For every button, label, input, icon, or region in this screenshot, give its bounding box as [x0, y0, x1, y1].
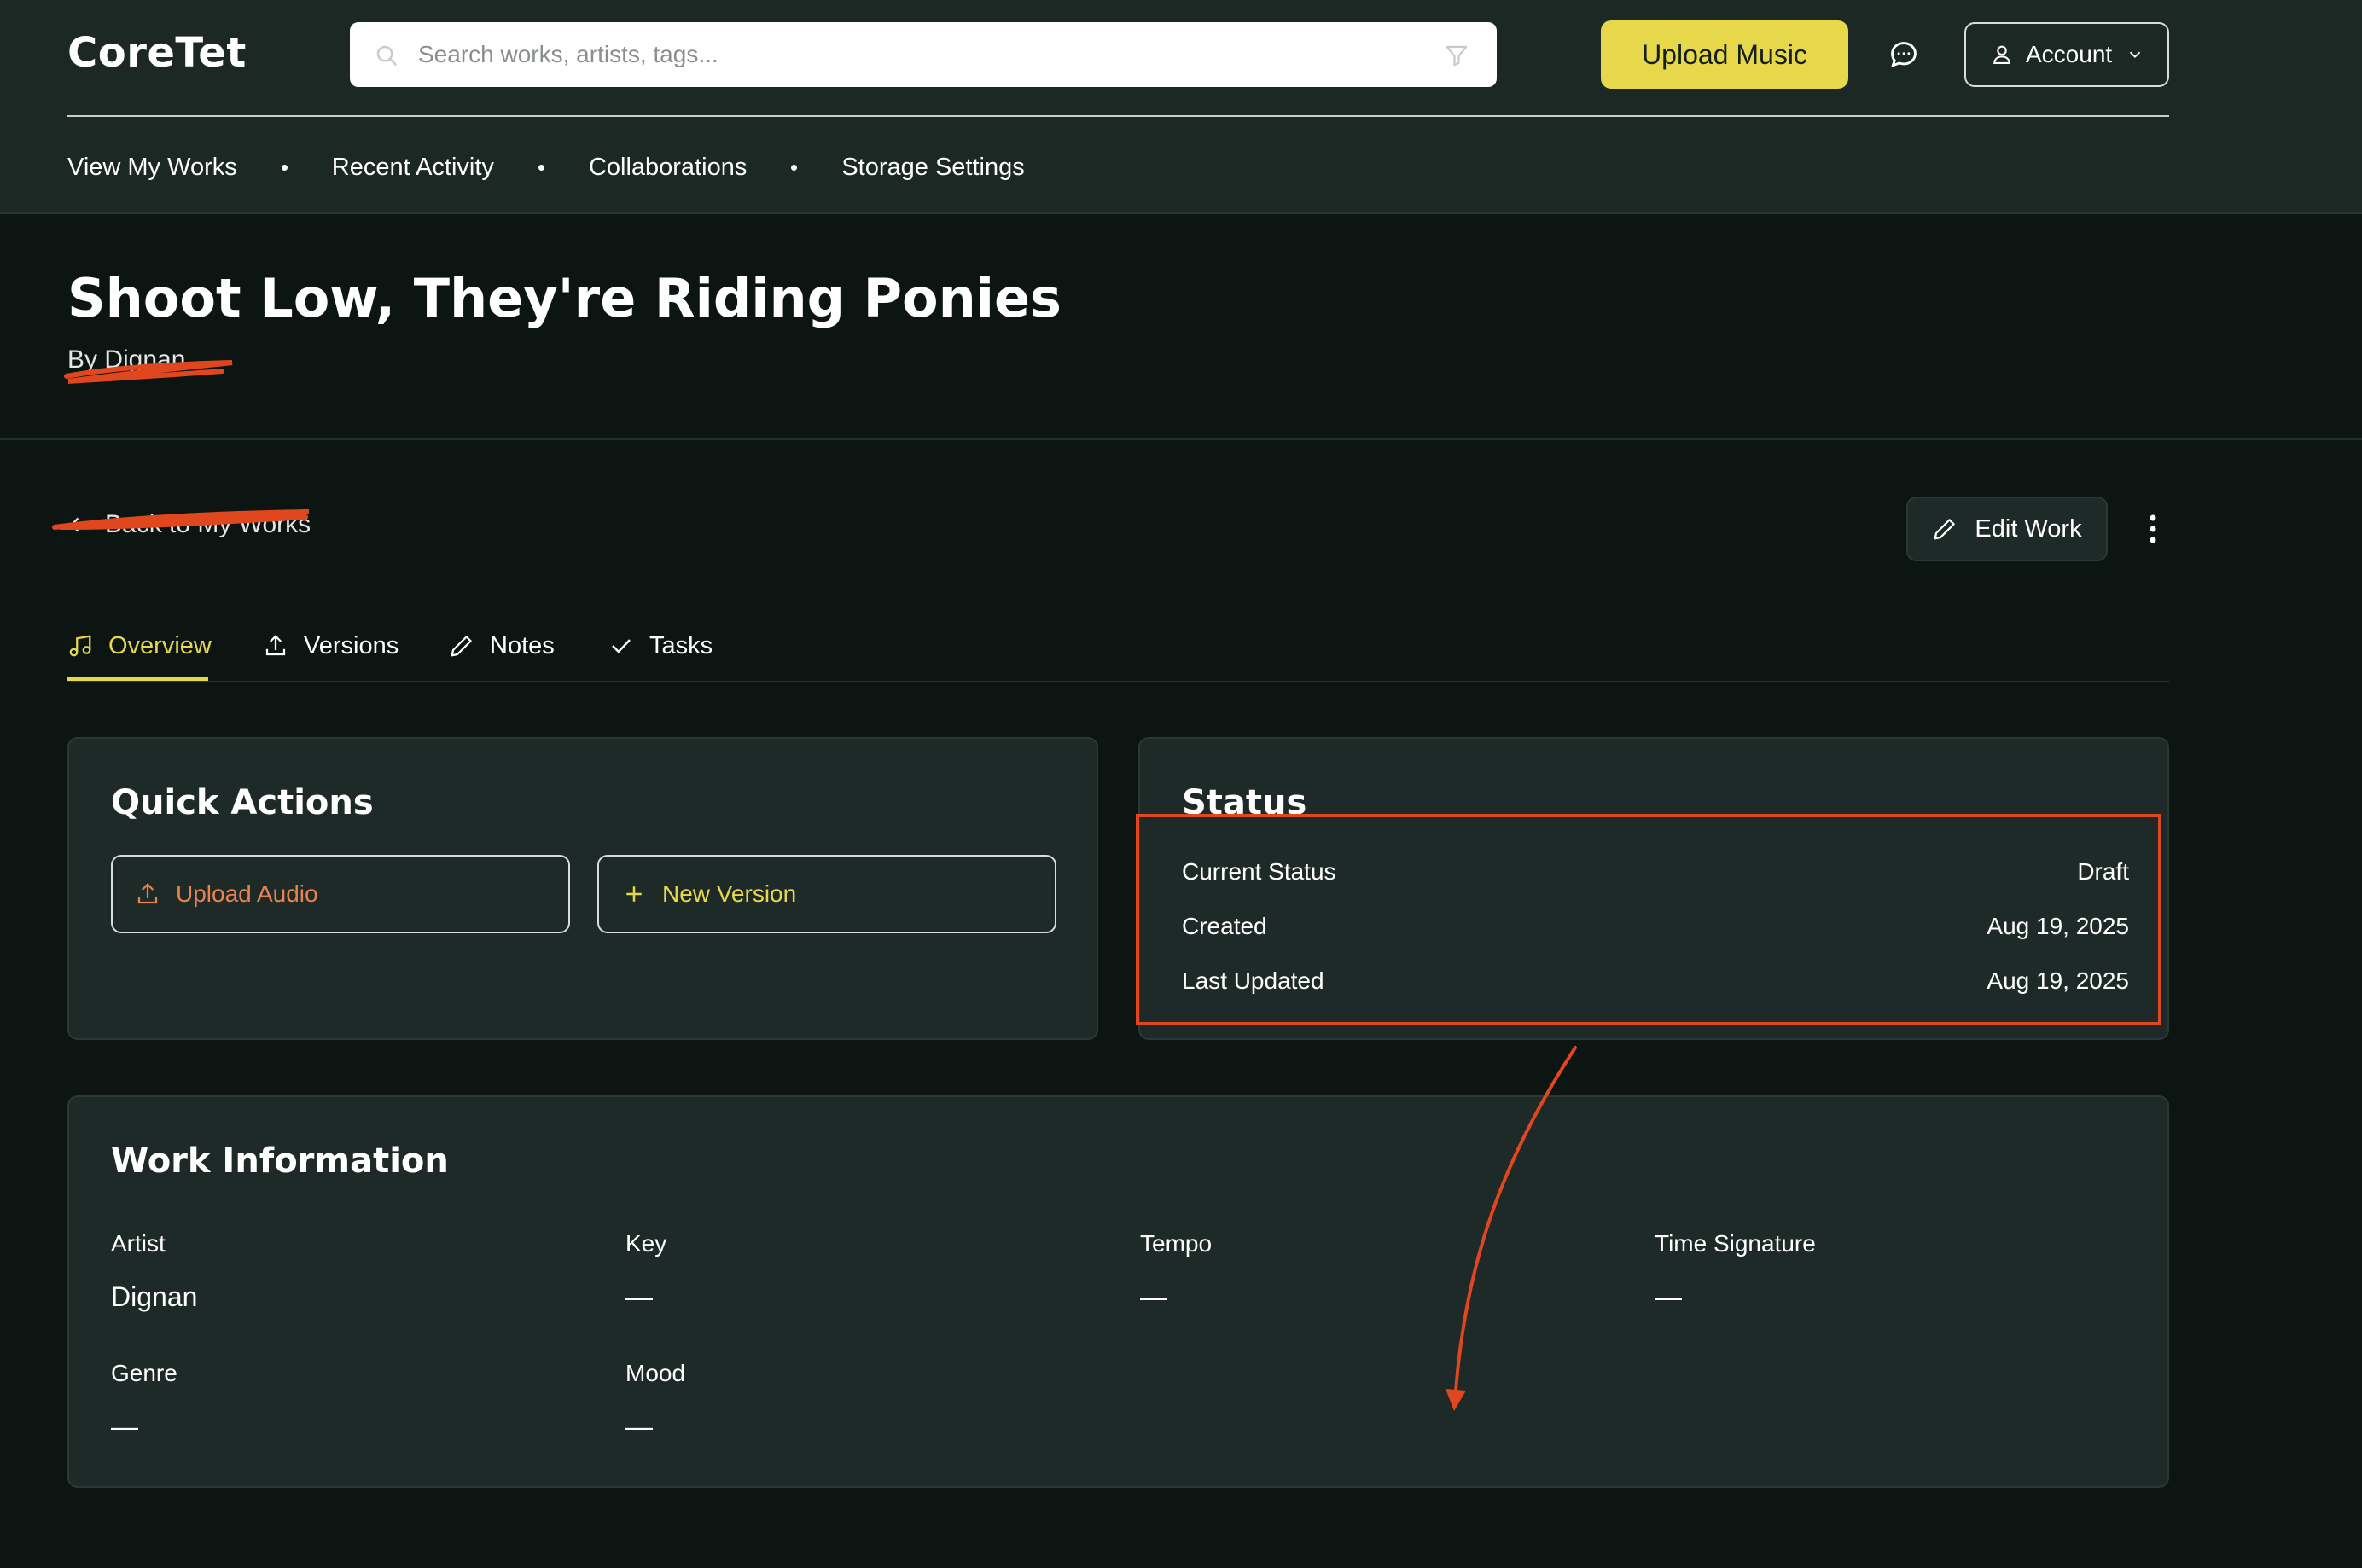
work-information-title: Work Information [111, 1141, 449, 1181]
field-label-time-signature: Time Signature [1655, 1230, 1816, 1257]
edit-work-button[interactable]: Edit Work [1906, 497, 2108, 561]
nav-view-my-works[interactable]: View My Works [67, 154, 237, 182]
quick-actions-card: Quick Actions Upload Audio New Version [67, 737, 1098, 1040]
nav-separator [281, 164, 288, 171]
pencil-icon [451, 636, 472, 657]
field-value-genre: — [111, 1411, 138, 1442]
nav-storage-settings[interactable]: Storage Settings [841, 154, 1024, 182]
back-to-works-link[interactable]: Back to My Works [67, 510, 311, 539]
tab-versions[interactable]: Versions [263, 618, 399, 674]
work-tabs: Overview Versions Notes Tasks [67, 611, 2169, 682]
music-note-icon [69, 635, 91, 657]
upload-icon [137, 883, 158, 904]
nav-separator [791, 164, 798, 171]
header-divider [67, 115, 2169, 117]
field-value-time-signature: — [1655, 1281, 1682, 1312]
work-information-card: Work Information Artist Dignan Key — Tem… [67, 1095, 2169, 1488]
field-label-mood: Mood [625, 1360, 686, 1386]
secondary-nav: View My Works Recent Activity Collaborat… [67, 150, 1025, 184]
tab-overview[interactable]: Overview [67, 618, 212, 674]
work-hero: Shoot Low, They're Riding Ponies By Dign… [0, 216, 2362, 440]
active-tab-indicator [67, 677, 208, 681]
tab-notes[interactable]: Notes [449, 618, 555, 674]
check-icon [612, 639, 631, 653]
upload-music-button[interactable]: Upload Music [1601, 20, 1848, 89]
field-value-artist: Dignan [111, 1281, 198, 1312]
edit-work-label: Edit Work [1975, 514, 2082, 543]
pencil-icon [1934, 519, 1956, 540]
upload-icon [265, 635, 286, 656]
field-label-key: Key [625, 1230, 667, 1257]
filter-icon[interactable] [1444, 43, 1469, 68]
page-title: Shoot Low, They're Riding Ponies [67, 267, 1062, 329]
field-value-tempo: — [1140, 1281, 1167, 1312]
chevron-down-icon [2130, 51, 2141, 59]
field-label-tempo: Tempo [1140, 1230, 1213, 1257]
arrow-left-icon [70, 517, 89, 532]
tab-tasks[interactable]: Tasks [608, 618, 713, 674]
account-label: Account [2026, 41, 2113, 67]
search-bar[interactable] [350, 22, 1497, 87]
app-header: CoreTet Upload Music Account View My Wor… [0, 0, 2362, 214]
upload-audio-button[interactable]: Upload Audio [111, 855, 570, 933]
nav-separator [538, 164, 544, 171]
field-label-artist: Artist [111, 1230, 166, 1257]
work-byline: By Dignan [67, 346, 186, 374]
tab-label: Tasks [649, 631, 713, 659]
more-options-icon[interactable] [2140, 512, 2166, 546]
nav-recent-activity[interactable]: Recent Activity [332, 154, 494, 182]
quick-actions-title: Quick Actions [111, 783, 374, 822]
field-value-mood: — [625, 1411, 653, 1442]
field-label-genre: Genre [111, 1360, 177, 1386]
tab-label: Overview [108, 631, 212, 659]
app-logo[interactable]: CoreTet [67, 29, 247, 77]
search-icon [376, 45, 398, 67]
user-icon [1993, 45, 2010, 64]
annotation-highlight-box [1136, 814, 2161, 1025]
nav-collaborations[interactable]: Collaborations [589, 154, 747, 182]
upload-audio-label: Upload Audio [176, 880, 318, 907]
search-input[interactable] [418, 32, 1408, 77]
new-version-label: New Version [662, 880, 797, 907]
new-version-button[interactable]: New Version [597, 855, 1056, 933]
field-value-key: — [625, 1281, 653, 1312]
message-icon[interactable] [1888, 38, 1920, 71]
back-link-label: Back to My Works [105, 510, 311, 538]
tab-label: Versions [304, 631, 399, 659]
account-menu-button[interactable]: Account [1964, 22, 2169, 87]
plus-icon [626, 886, 642, 902]
tab-label: Notes [490, 631, 555, 659]
